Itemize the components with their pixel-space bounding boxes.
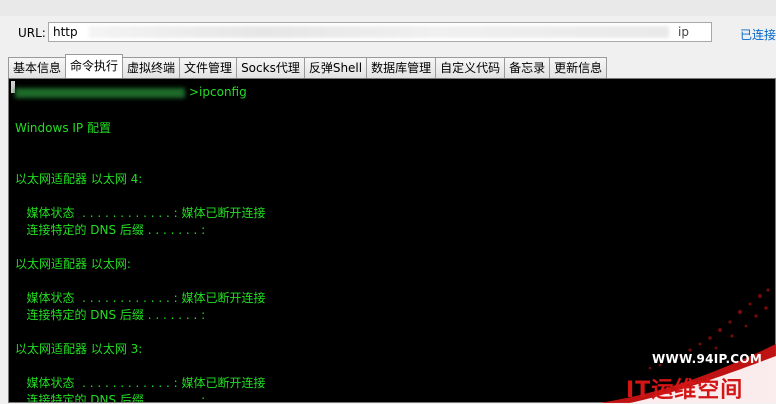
- watermark-site-text: WWW.94IP.COM: [652, 352, 763, 366]
- watermark-brand-text: IT运维空间: [626, 378, 744, 403]
- terminal-line: 媒体状态 . . . . . . . . . . . . : 媒体已断开连接: [15, 206, 266, 220]
- terminal-line: Windows IP 配置: [15, 121, 111, 135]
- tab-basic-info[interactable]: 基本信息: [8, 57, 67, 78]
- terminal-line: 连接特定的 DNS 后缀 . . . . . . . :: [15, 308, 206, 322]
- tab-virtual-terminal[interactable]: 虚拟终端: [122, 57, 181, 78]
- terminal-line: 以太网适配器 以太网:: [15, 257, 131, 271]
- url-bar: URL: http ip 已连接: [0, 16, 776, 52]
- tab-command-exec[interactable]: 命令执行: [65, 54, 124, 78]
- tab-bar: 基本信息 命令执行 虚拟终端 文件管理 Socks代理 反弹Shell 数据库管…: [8, 54, 608, 78]
- url-value-prefix: http: [53, 25, 78, 39]
- url-label: URL:: [18, 26, 46, 40]
- window-top-strip: [0, 0, 776, 16]
- tab-socks-proxy[interactable]: Socks代理: [236, 57, 305, 78]
- terminal-command: >ipconfig: [189, 85, 247, 99]
- tab-database-manager[interactable]: 数据库管理: [366, 57, 437, 78]
- url-value-suffix: ip: [678, 25, 689, 39]
- tab-memo[interactable]: 备忘录: [504, 57, 551, 78]
- tab-update-info[interactable]: 更新信息: [549, 57, 608, 78]
- connection-status-link[interactable]: 已连接: [740, 26, 776, 43]
- terminal-line: 媒体状态 . . . . . . . . . . . . : 媒体已断开连接: [15, 291, 266, 305]
- terminal-line: 连接特定的 DNS 后缀 . . . . . . . :: [15, 393, 206, 403]
- terminal-line: 媒体状态 . . . . . . . . . . . . : 媒体已断开连接: [15, 376, 266, 390]
- terminal-line: 以太网适配器 以太网 3:: [15, 342, 143, 356]
- tab-custom-code[interactable]: 自定义代码: [435, 57, 506, 78]
- url-input[interactable]: http ip: [48, 22, 712, 42]
- prompt-redacted: [15, 87, 185, 98]
- url-redacted: [89, 26, 669, 38]
- tab-file-manager[interactable]: 文件管理: [179, 57, 238, 78]
- terminal-command-line: >ipconfig: [15, 85, 247, 99]
- terminal-line: 以太网适配器 以太网 4:: [15, 172, 143, 186]
- terminal-line: 连接特定的 DNS 后缀 . . . . . . . :: [15, 223, 206, 237]
- tab-reverse-shell[interactable]: 反弹Shell: [303, 57, 368, 78]
